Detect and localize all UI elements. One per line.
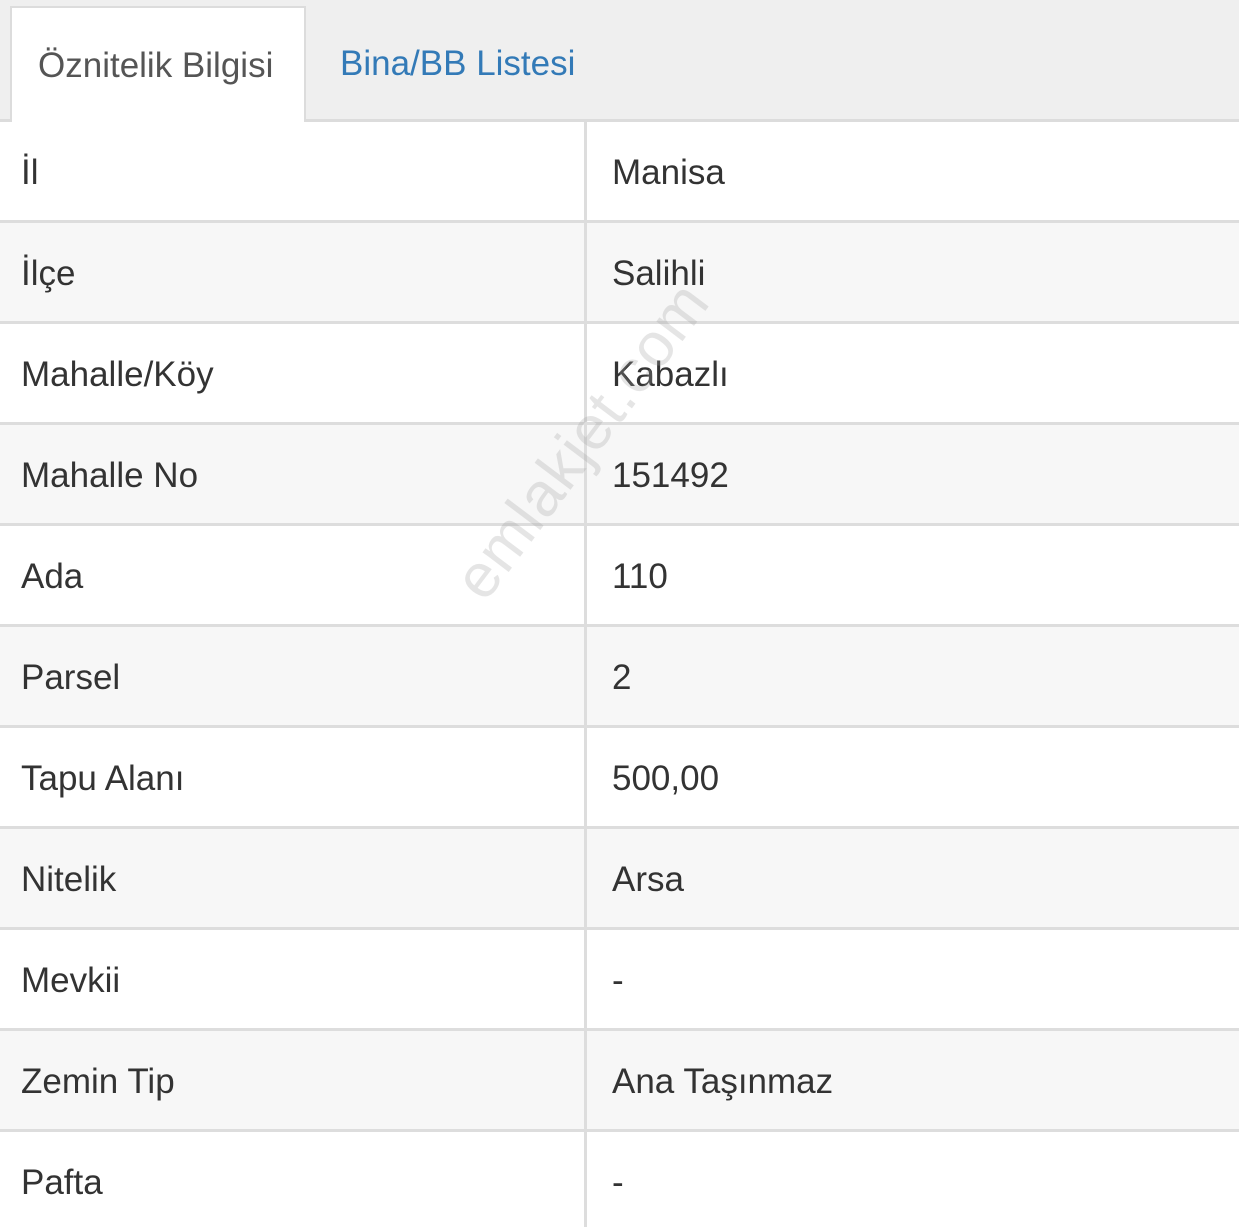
row-label: Mahalle No (21, 456, 199, 495)
attribute-table: İl Manisa İlçe Salihli Mahalle/Köy Kabaz… (0, 122, 1239, 1227)
table-row: Tapu Alanı 500,00 (0, 728, 1239, 829)
row-value: Ana Taşınmaz (612, 1062, 834, 1101)
row-label: İlçe (21, 254, 76, 293)
row-label: Zemin Tip (21, 1062, 175, 1101)
row-label: Nitelik (21, 860, 117, 899)
row-label: Parsel (21, 658, 121, 697)
row-value: 500,00 (612, 759, 720, 798)
row-label: Pafta (21, 1163, 103, 1202)
tab-bar: Öznitelik Bilgisi Bina/BB Listesi (0, 0, 1239, 125)
row-value: Manisa (612, 153, 725, 192)
table-row: Mahalle No 151492 (0, 425, 1239, 526)
row-value: Salihli (612, 254, 706, 293)
table-row: İl Manisa (0, 122, 1239, 223)
table-row: Mevkii - (0, 930, 1239, 1031)
row-value: 151492 (612, 456, 729, 495)
table-row: Parsel 2 (0, 627, 1239, 728)
row-label: Tapu Alanı (21, 759, 185, 798)
table-row: Ada 110 (0, 526, 1239, 627)
column-divider (584, 122, 587, 1227)
attribute-info-panel: Öznitelik Bilgisi Bina/BB Listesi İl Man… (0, 0, 1239, 1227)
table-row: Nitelik Arsa (0, 829, 1239, 930)
row-value: Kabazlı (612, 355, 729, 394)
row-value: 2 (612, 658, 632, 697)
table-row: Zemin Tip Ana Taşınmaz (0, 1031, 1239, 1132)
tab-attribute-info[interactable]: Öznitelik Bilgisi (10, 6, 306, 125)
row-value: - (612, 961, 624, 1000)
table-row: Pafta - (0, 1132, 1239, 1227)
row-label: Mevkii (21, 961, 121, 1000)
table-row: İlçe Salihli (0, 223, 1239, 324)
row-value: - (612, 1163, 624, 1202)
row-value: 110 (612, 557, 668, 596)
tab-building-list[interactable]: Bina/BB Listesi (314, 6, 601, 125)
row-label: Mahalle/Köy (21, 355, 214, 394)
row-label: İl (21, 153, 39, 192)
table-row: Mahalle/Köy Kabazlı (0, 324, 1239, 425)
row-label: Ada (21, 557, 84, 596)
row-value: Arsa (612, 860, 684, 899)
